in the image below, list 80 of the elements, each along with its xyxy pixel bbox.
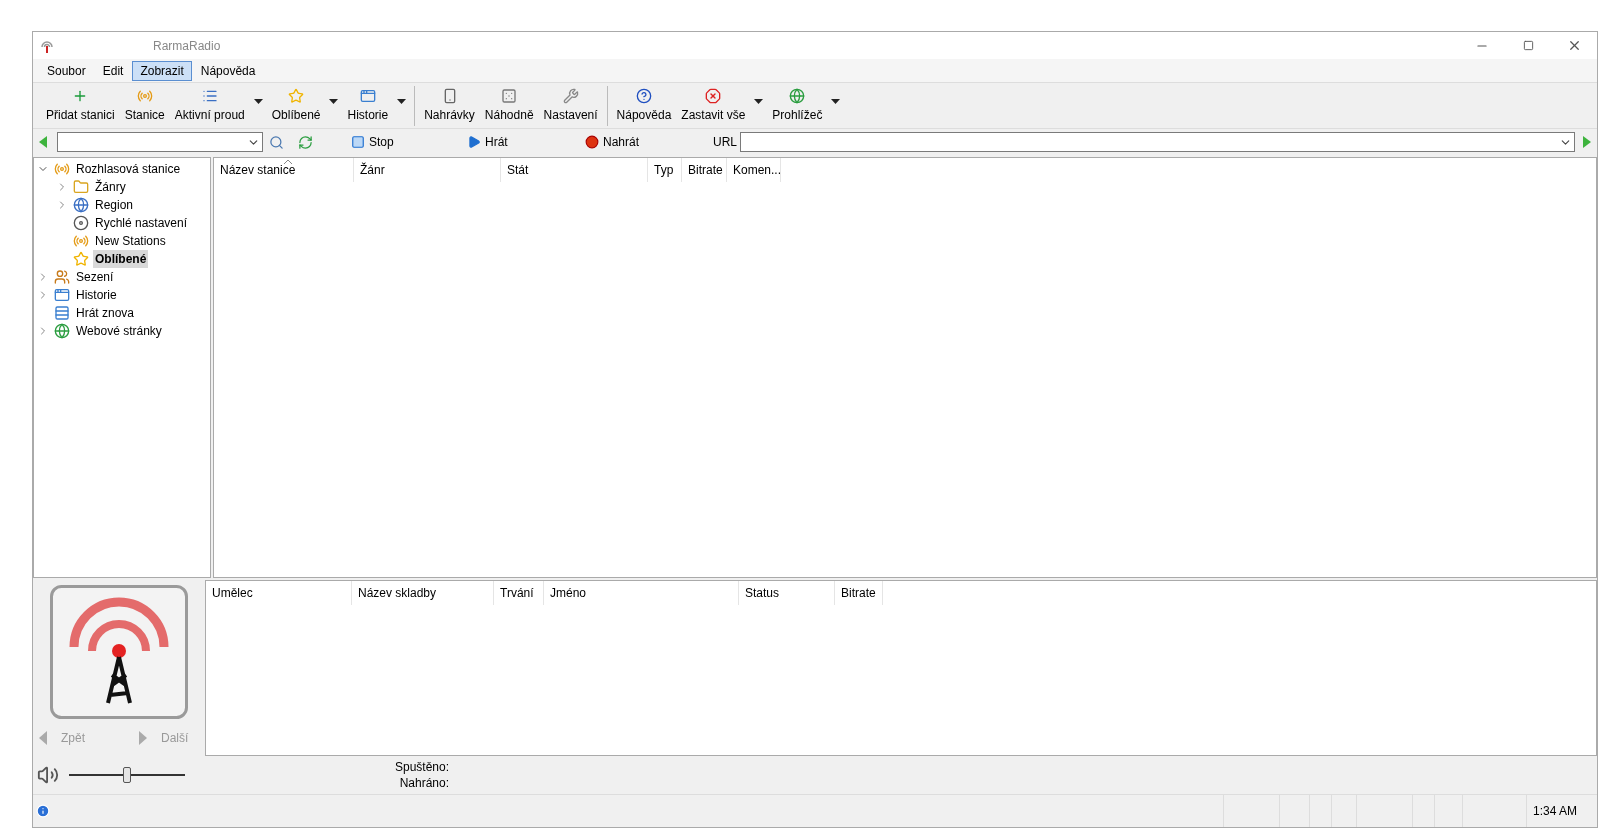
column-header[interactable]: Trvání — [494, 581, 544, 605]
menu-item[interactable]: Edit — [94, 60, 132, 81]
volume-slider-thumb[interactable] — [123, 767, 131, 783]
column-header[interactable]: Stát — [501, 158, 648, 182]
toolbar-button[interactable]: Nahrávky — [419, 85, 480, 126]
playback-button[interactable]: Hrát — [467, 133, 585, 151]
column-header[interactable]: Bitrate — [682, 158, 727, 182]
speaker-icon[interactable] — [37, 764, 59, 786]
menu-item[interactable]: Zobrazit — [132, 60, 192, 81]
people-icon — [54, 269, 70, 285]
playback-button[interactable]: Nahrát — [585, 133, 713, 151]
station-search-icon[interactable] — [269, 134, 284, 150]
tree-item[interactable]: Region — [93, 196, 136, 214]
dropdown-arrow-icon[interactable] — [253, 99, 263, 104]
star-icon — [73, 251, 89, 267]
tree-item[interactable]: Webové stránky — [74, 322, 164, 340]
url-label: URL — [713, 134, 737, 151]
back-arrow-icon[interactable] — [39, 136, 47, 148]
dropdown-arrow-icon[interactable] — [831, 99, 841, 104]
dropdown-arrow-icon[interactable] — [329, 99, 339, 104]
toolbar-button[interactable]: Stanice — [119, 85, 170, 126]
toolbar-button[interactable]: Přidat stanici — [41, 85, 120, 126]
column-header[interactable]: Žánr — [354, 158, 501, 182]
menu-item[interactable]: Nápověda — [192, 60, 264, 81]
column-header[interactable]: Umělec — [206, 581, 352, 605]
right-arrow-icon — [139, 731, 147, 745]
stop-icon — [351, 135, 365, 149]
volume-slider[interactable] — [69, 765, 185, 785]
column-header[interactable]: Komen... — [727, 158, 781, 182]
column-header[interactable]: Název skladby — [352, 581, 494, 605]
tree-item[interactable]: Hrát znova — [74, 304, 137, 322]
toolbar-button[interactable]: Oblíbené — [266, 85, 326, 126]
tree-item[interactable]: Rozhlasová stanice — [74, 160, 183, 178]
record-icon — [585, 135, 599, 149]
browser-icon — [789, 87, 806, 104]
go-arrow-icon[interactable] — [1583, 136, 1591, 148]
stop-icon — [705, 87, 722, 104]
star-icon — [288, 87, 305, 104]
url-combo-box[interactable] — [740, 132, 1575, 152]
folder-icon — [73, 179, 89, 195]
station-combo-box[interactable] — [57, 132, 263, 152]
refresh-icon[interactable] — [298, 134, 313, 150]
column-header[interactable]: Typ — [648, 158, 682, 182]
play-icon — [467, 135, 481, 149]
left-arrow-icon — [39, 731, 47, 745]
tree-item[interactable]: New Stations — [93, 232, 168, 250]
info-label: Nahráno: — [399, 775, 450, 791]
tree-item[interactable]: Oblíbené — [93, 250, 149, 268]
help-icon — [635, 87, 652, 104]
toolbar-button[interactable]: Prohlížeč — [767, 85, 828, 126]
column-header[interactable]: Bitrate — [835, 581, 883, 605]
toolbar-button[interactable]: Historie — [342, 85, 394, 126]
status-time: 1:34 AM — [1525, 795, 1597, 827]
maximize-icon[interactable] — [1522, 40, 1534, 51]
toolbar-button[interactable]: Zastavit vše — [676, 85, 751, 126]
column-header[interactable]: Status — [739, 581, 835, 605]
info-label: Spuštěno: — [395, 759, 450, 775]
column-header[interactable]: Název stanice — [214, 158, 354, 182]
tree-item[interactable]: Žánry — [93, 178, 128, 196]
globe-icon — [73, 197, 89, 213]
dice-icon — [501, 87, 518, 104]
tree-item[interactable]: Sezení — [74, 268, 116, 286]
toolbar-button[interactable]: Náhodně — [479, 85, 539, 126]
dropdown-arrow-icon[interactable] — [754, 99, 764, 104]
station-icon — [73, 233, 89, 249]
toolbar-button[interactable]: Aktivní proud — [169, 85, 250, 126]
dropdown-arrow-icon[interactable] — [397, 99, 407, 104]
info-icon — [36, 804, 50, 818]
menu-item[interactable]: Soubor — [39, 60, 94, 81]
browser-icon — [54, 323, 70, 339]
toolbar-button[interactable]: Nastavení — [538, 85, 603, 126]
tree-item[interactable]: Historie — [74, 286, 119, 304]
window-title: RarmaRadio — [153, 37, 221, 55]
tree-item[interactable]: Rychlé nastavení — [93, 214, 190, 232]
wrench-icon — [562, 87, 579, 104]
toolbar-button[interactable]: Nápověda — [611, 85, 677, 126]
station-icon — [54, 161, 70, 177]
playback-button[interactable]: Stop — [351, 133, 467, 151]
column-header[interactable]: Jméno — [544, 581, 739, 605]
sort-caret-icon — [283, 159, 292, 164]
